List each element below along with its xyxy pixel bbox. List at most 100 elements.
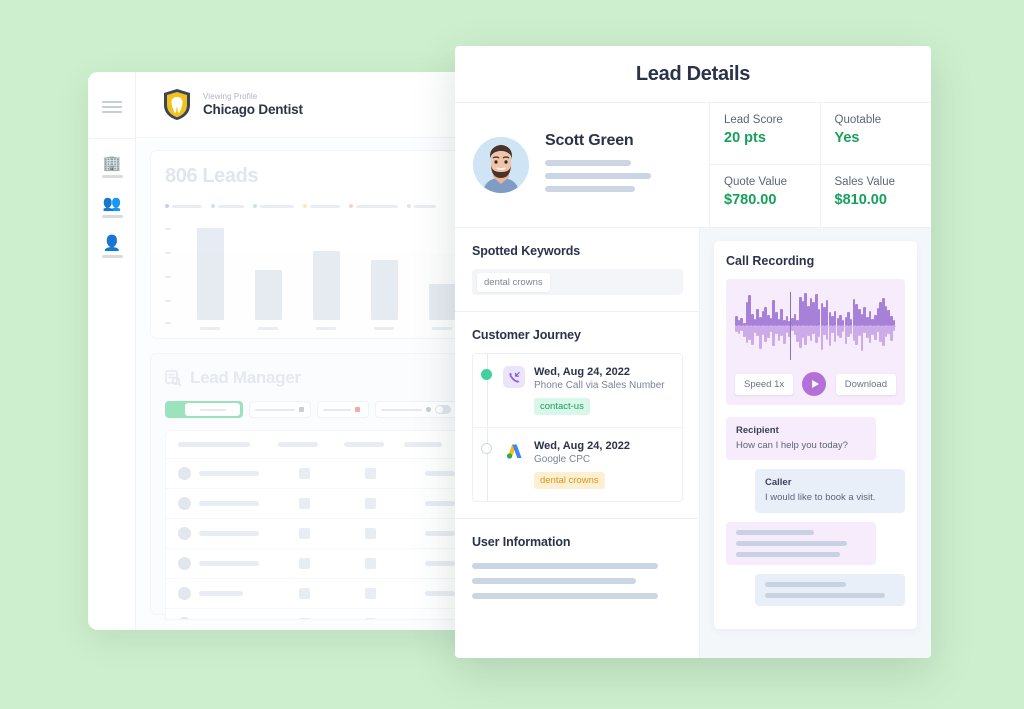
user-information-section: User Information — [455, 519, 699, 624]
chart-bar — [370, 260, 398, 320]
sidebar-item-group[interactable]: 👥 — [98, 196, 126, 218]
avatar — [178, 587, 191, 600]
journey-tag[interactable]: contact-us — [534, 398, 590, 415]
metric-value: 20 pts — [724, 130, 766, 146]
lead-manager-toolbar — [165, 401, 489, 418]
metric-card: Quotable Yes — [820, 103, 931, 165]
status-filter[interactable] — [317, 401, 369, 418]
chart-legend — [165, 204, 475, 208]
journey-source: Google CPC — [534, 454, 591, 465]
table-row[interactable] — [166, 459, 489, 489]
keyword-bar: dental crowns — [472, 269, 683, 295]
user-information-heading: User Information — [472, 535, 571, 549]
journey-tag[interactable]: dental crowns — [534, 472, 605, 489]
lead-manager-card: Lead Manager — [150, 353, 490, 620]
chart-bar — [312, 250, 340, 320]
waveform-bars — [735, 290, 896, 362]
segmented-toggle[interactable] — [165, 401, 243, 418]
transcript-bubble-caller: Caller I would like to book a visit. — [755, 469, 905, 513]
sidebar-item-person[interactable]: 👤 — [98, 236, 126, 258]
lead-metrics: Lead Score 20 pts Quotable Yes Quote Value $7… — [710, 103, 931, 227]
journey-timeline: Wed, Aug 24, 2022 Phone Call via Sales N… — [472, 353, 683, 502]
journey-source: Phone Call via Sales Number — [534, 380, 665, 391]
waveform-bar — [892, 290, 896, 362]
journey-item[interactable]: Wed, Aug 24, 2022 Phone Call via Sales N… — [473, 354, 682, 428]
bar-chart-plot — [165, 224, 475, 330]
avatar — [178, 497, 191, 510]
panel-main: Spotted Keywords dental crowns Customer … — [455, 228, 931, 658]
metric-card: Quote Value $780.00 — [710, 165, 821, 227]
person-icon: 👤 — [102, 235, 122, 252]
sidebar-label-placeholder — [101, 215, 123, 218]
toggle-switch[interactable] — [435, 405, 451, 414]
avatar — [178, 527, 191, 540]
lead-masked-details — [545, 159, 651, 192]
lead-summary-row: Scott Green Lead Score 20 pts Quotable Yes Q… — [455, 103, 931, 228]
avatar — [178, 467, 191, 480]
background-dashboard: 🏢 👥 👤 Viewing Profile Chicago Dentist 80… — [88, 72, 500, 630]
lead-manager-title: Lead Manager — [190, 368, 301, 387]
table-row[interactable] — [166, 489, 489, 519]
sidebar-item-building[interactable]: 🏢 — [98, 156, 126, 178]
recording-controls: Speed 1x Download — [735, 372, 896, 396]
metric-value: Yes — [834, 130, 860, 146]
call-transcript: Recipient How can I help you today? Call… — [726, 417, 905, 606]
transcript-bubble-masked — [726, 521, 876, 565]
profile-name: Chicago Dentist — [203, 102, 303, 117]
google-ads-icon — [503, 440, 525, 462]
play-button[interactable] — [802, 372, 827, 396]
metric-value: $780.00 — [724, 192, 777, 208]
panel-left-column: Spotted Keywords dental crowns Customer … — [455, 228, 700, 658]
transcript-bubble-masked — [755, 573, 905, 606]
table-row[interactable] — [166, 549, 489, 579]
user-photo-avatar — [473, 137, 529, 193]
transcript-message: How can I help you today? — [736, 440, 848, 451]
x-axis-labels — [181, 327, 471, 330]
metric-card: Lead Score 20 pts — [710, 103, 821, 165]
panel-right-column: Call Recording Speed 1x Download Recipie… — [700, 228, 931, 658]
avatar — [178, 557, 191, 570]
speed-button[interactable]: Speed 1x — [735, 373, 794, 395]
lead-manager-title-row: Lead Manager — [165, 368, 489, 388]
avatar — [473, 137, 529, 193]
metric-card: Sales Value $810.00 — [821, 165, 932, 227]
transcript-speaker: Recipient — [736, 425, 779, 436]
dropdown-filter[interactable] — [249, 401, 311, 418]
table-row[interactable] — [166, 609, 489, 619]
hamburger-menu-icon[interactable] — [102, 101, 122, 113]
table-row[interactable] — [166, 579, 489, 609]
waveform-player[interactable]: Speed 1x Download — [726, 279, 905, 405]
shield-tooth-logo — [164, 89, 190, 120]
waveform[interactable] — [735, 290, 896, 362]
journey-item[interactable]: Wed, Aug 24, 2022 Google CPC dental crow… — [473, 428, 682, 501]
chart-bar — [254, 270, 282, 320]
spotted-keywords-heading: Spotted Keywords — [472, 244, 581, 258]
lead-name: Scott Green — [545, 131, 634, 149]
avatar — [178, 617, 191, 619]
dashboard-sidebar: 🏢 👥 👤 — [88, 72, 136, 630]
timeline-dot-hollow — [481, 443, 492, 454]
date-range-toggle[interactable] — [375, 401, 457, 418]
legend-item — [349, 204, 398, 208]
legend-item — [303, 204, 340, 208]
legend-item — [253, 204, 294, 208]
table-header-row — [166, 431, 489, 459]
keyword-chip[interactable]: dental crowns — [477, 272, 550, 292]
lead-identity: Scott Green — [455, 103, 710, 227]
call-recording-heading: Call Recording — [726, 254, 815, 268]
dashboard-body: 806 Leads Lead Manager — [136, 138, 500, 630]
playhead-marker[interactable] — [789, 292, 792, 360]
customer-journey-heading: Customer Journey — [472, 328, 581, 342]
profile-eyebrow: Viewing Profile — [203, 92, 258, 101]
timeline-dot-filled — [481, 369, 492, 380]
chart-bar — [428, 283, 456, 320]
building-icon: 🏢 — [102, 155, 122, 172]
leads-count-title: 806 Leads — [165, 165, 259, 187]
table-row[interactable] — [166, 519, 489, 549]
dashboard-header: Viewing Profile Chicago Dentist — [136, 72, 500, 138]
page-title: Lead Details — [635, 62, 751, 85]
call-recording-card: Call Recording Speed 1x Download Recipie… — [714, 241, 917, 629]
panel-header: Lead Details — [455, 46, 931, 103]
download-button[interactable]: Download — [835, 373, 896, 395]
y-axis-ticks — [165, 224, 175, 330]
